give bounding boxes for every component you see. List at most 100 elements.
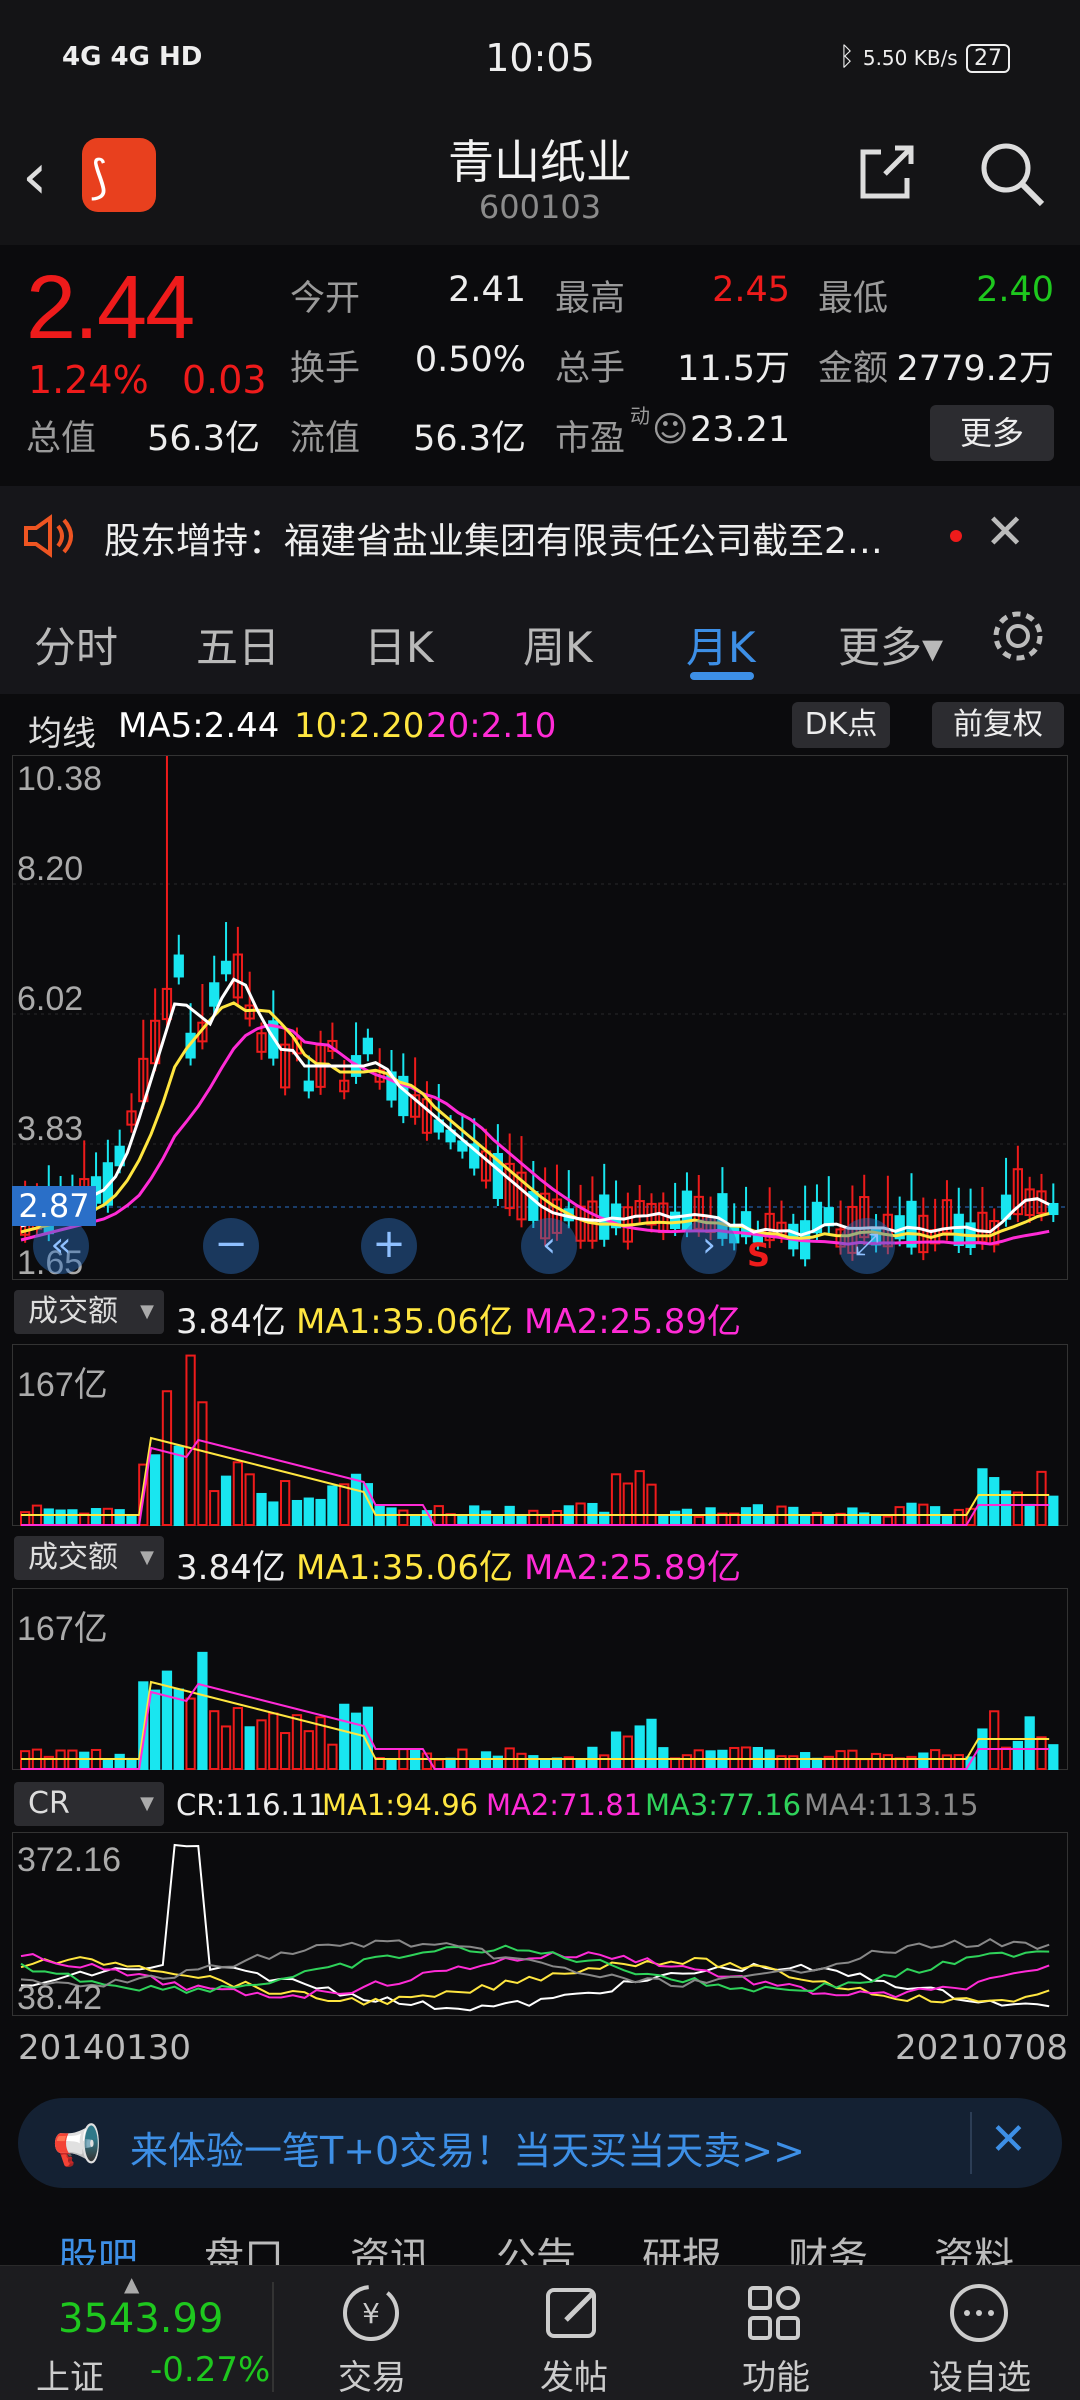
- prev-icon[interactable]: ‹: [521, 1218, 577, 1274]
- volume-bar: [894, 1757, 905, 1770]
- function-icon[interactable]: [742, 2280, 808, 2346]
- volume-bar: [740, 1507, 752, 1526]
- stock-code: 600103: [478, 188, 602, 226]
- volume-bar: [847, 1507, 858, 1526]
- nav-post[interactable]: 发帖: [504, 2350, 644, 2399]
- add-watchlist-icon[interactable]: [946, 2280, 1012, 2346]
- volume-bar: [540, 1515, 551, 1526]
- tab-intraday[interactable]: 分时: [34, 614, 118, 675]
- volume-bar: [1024, 1503, 1035, 1526]
- volume-bar: [705, 1750, 716, 1770]
- cr-chart[interactable]: 372.16 38.42: [12, 1832, 1068, 2017]
- close-icon[interactable]: ✕: [985, 504, 1025, 560]
- index-value[interactable]: 3543.99: [58, 2296, 223, 2342]
- indicator-select-2[interactable]: 成交额: [14, 1536, 164, 1580]
- volume-bar: [291, 1499, 303, 1526]
- mktcap-value: 56.3亿: [147, 419, 260, 459]
- tab-weekly-k[interactable]: 周K: [523, 614, 593, 675]
- news-ticker[interactable]: 股东增持：福建省盐业集团有限责任公司截至2… ✕: [0, 486, 1080, 586]
- volume-bar: [303, 1497, 314, 1526]
- current-price-tag: 2.87: [12, 1186, 96, 1226]
- status-icons: ᛒ 5.50 KB/s 27: [839, 42, 1010, 73]
- tab-news[interactable]: 资讯: [350, 2225, 430, 2265]
- volume-bar: [670, 1510, 681, 1527]
- collapse-icon[interactable]: ▲: [124, 2272, 139, 2296]
- volume-bar: [953, 1754, 964, 1770]
- dk-point-button[interactable]: DK点: [792, 702, 890, 748]
- volume-bar: [1024, 1716, 1035, 1770]
- volume-chart-2[interactable]: 167亿: [12, 1588, 1068, 1771]
- active-tab-indicator: [690, 672, 754, 680]
- volume-bar: [150, 1454, 161, 1526]
- tab-notice[interactable]: 公告: [496, 2225, 576, 2265]
- search-icon[interactable]: [978, 140, 1046, 208]
- y-axis-label-2: 8.20: [17, 850, 84, 888]
- volume-bar: [114, 1509, 125, 1527]
- promo-banner[interactable]: 📢 来体验一笔T+0交易！当天买当天卖>> ✕: [18, 2098, 1062, 2188]
- tab-daily-k[interactable]: 日K: [364, 614, 434, 675]
- kline-chart[interactable]: 10.38 8.20 6.02 3.83 1.65 « − + ‹ › ⤢ S: [12, 755, 1069, 1282]
- volume-bar: [209, 1710, 220, 1771]
- volume-bar: [327, 1485, 338, 1526]
- vol2-top-label: 167亿: [17, 1610, 108, 1648]
- ma5-value: MA5:2.44: [118, 706, 280, 746]
- quote-panel: 2.44 1.24% 0.03 今开 2.41 最高 2.45 最低 2.40 …: [0, 245, 1080, 470]
- tab-research[interactable]: 研报: [642, 2225, 722, 2265]
- tab-profile[interactable]: 资料: [934, 2225, 1014, 2265]
- low-value: 2.40: [976, 270, 1054, 310]
- volume-bar: [197, 1401, 208, 1527]
- volume-bar: [681, 1754, 693, 1770]
- info-icon[interactable]: ☺: [652, 410, 689, 450]
- nav-function[interactable]: 功能: [706, 2350, 846, 2399]
- volume-bar: [622, 1482, 634, 1526]
- index-pct: -0.27%: [150, 2350, 271, 2390]
- volume-bar: [102, 1507, 113, 1527]
- volume-bar: [114, 1753, 125, 1770]
- volume-bar: [457, 1514, 468, 1526]
- volume-chart-1[interactable]: 167亿: [12, 1344, 1068, 1527]
- tab-finance[interactable]: 财务: [788, 2225, 868, 2265]
- tab-five-day[interactable]: 五日: [196, 614, 280, 675]
- volume-bar: [989, 1710, 1000, 1770]
- volume-bar: [291, 1714, 303, 1770]
- adjust-button[interactable]: 前复权: [932, 702, 1064, 748]
- amount-label: 金额: [818, 349, 889, 389]
- gear-icon[interactable]: [988, 606, 1048, 666]
- more-quote-button[interactable]: 更多: [930, 405, 1054, 461]
- tab-guba[interactable]: 股吧: [58, 2225, 138, 2265]
- volume-bar: [469, 1759, 480, 1770]
- ma20-value: 20:2.10: [426, 706, 557, 746]
- volume-bar: [989, 1477, 1000, 1526]
- scroll-left-icon[interactable]: «: [33, 1218, 89, 1274]
- trade-icon[interactable]: ¥: [338, 2280, 404, 2346]
- volume-bar: [977, 1468, 988, 1526]
- speaker-icon: [24, 514, 73, 558]
- float-value: 56.3亿: [413, 419, 526, 459]
- share-icon[interactable]: [855, 142, 917, 204]
- volume-bar: [256, 1492, 267, 1527]
- cr-ma3: MA3:77.16: [645, 1788, 802, 1822]
- index-name: 上证: [36, 2358, 104, 2398]
- tab-more[interactable]: 更多▾: [838, 614, 943, 675]
- nav-watchlist[interactable]: 设自选: [910, 2350, 1050, 2399]
- ma10-value: 10:2.20: [294, 706, 425, 746]
- cr-ma2: MA2:71.81: [486, 1788, 643, 1822]
- post-icon[interactable]: [540, 2280, 606, 2346]
- volume-bar: [870, 1514, 882, 1526]
- indicator-select-cr[interactable]: CR: [14, 1782, 164, 1826]
- low-label: 最低: [818, 279, 889, 319]
- fullscreen-icon[interactable]: ⤢: [839, 1218, 895, 1274]
- zoom-out-icon[interactable]: −: [203, 1218, 259, 1274]
- nav-trade[interactable]: 交易: [302, 2350, 442, 2399]
- tab-pankou[interactable]: 盘口: [204, 2225, 284, 2265]
- close-banner-icon[interactable]: ✕: [990, 2114, 1027, 2165]
- tab-monthly-k[interactable]: 月K: [686, 614, 756, 675]
- volume-bar: [705, 1507, 716, 1527]
- amount-value: 2779.2万: [896, 349, 1054, 389]
- next-icon[interactable]: ›: [681, 1218, 737, 1274]
- volume-bar: [256, 1719, 267, 1771]
- zoom-in-icon[interactable]: +: [361, 1218, 417, 1274]
- volume-bar: [173, 1688, 184, 1770]
- high-value: 2.45: [712, 270, 790, 310]
- indicator-select-1[interactable]: 成交额: [14, 1290, 164, 1334]
